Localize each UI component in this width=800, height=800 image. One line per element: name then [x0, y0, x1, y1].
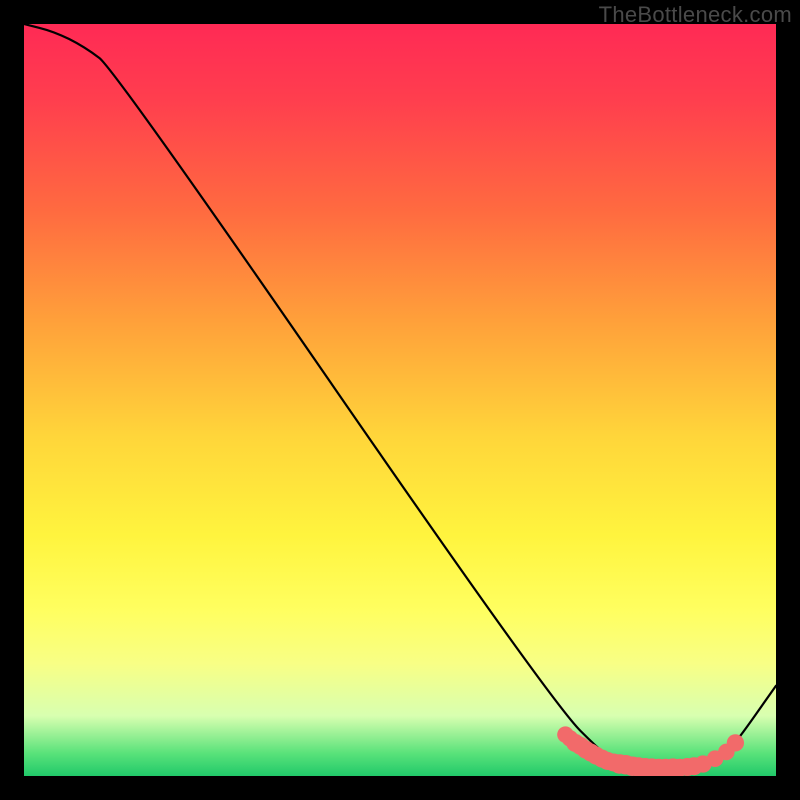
bottleneck-dots: [24, 24, 776, 776]
data-dot: [727, 734, 744, 751]
plot-area: [24, 24, 776, 776]
chart-frame: TheBottleneck.com: [0, 0, 800, 800]
watermark-text: TheBottleneck.com: [599, 2, 792, 28]
